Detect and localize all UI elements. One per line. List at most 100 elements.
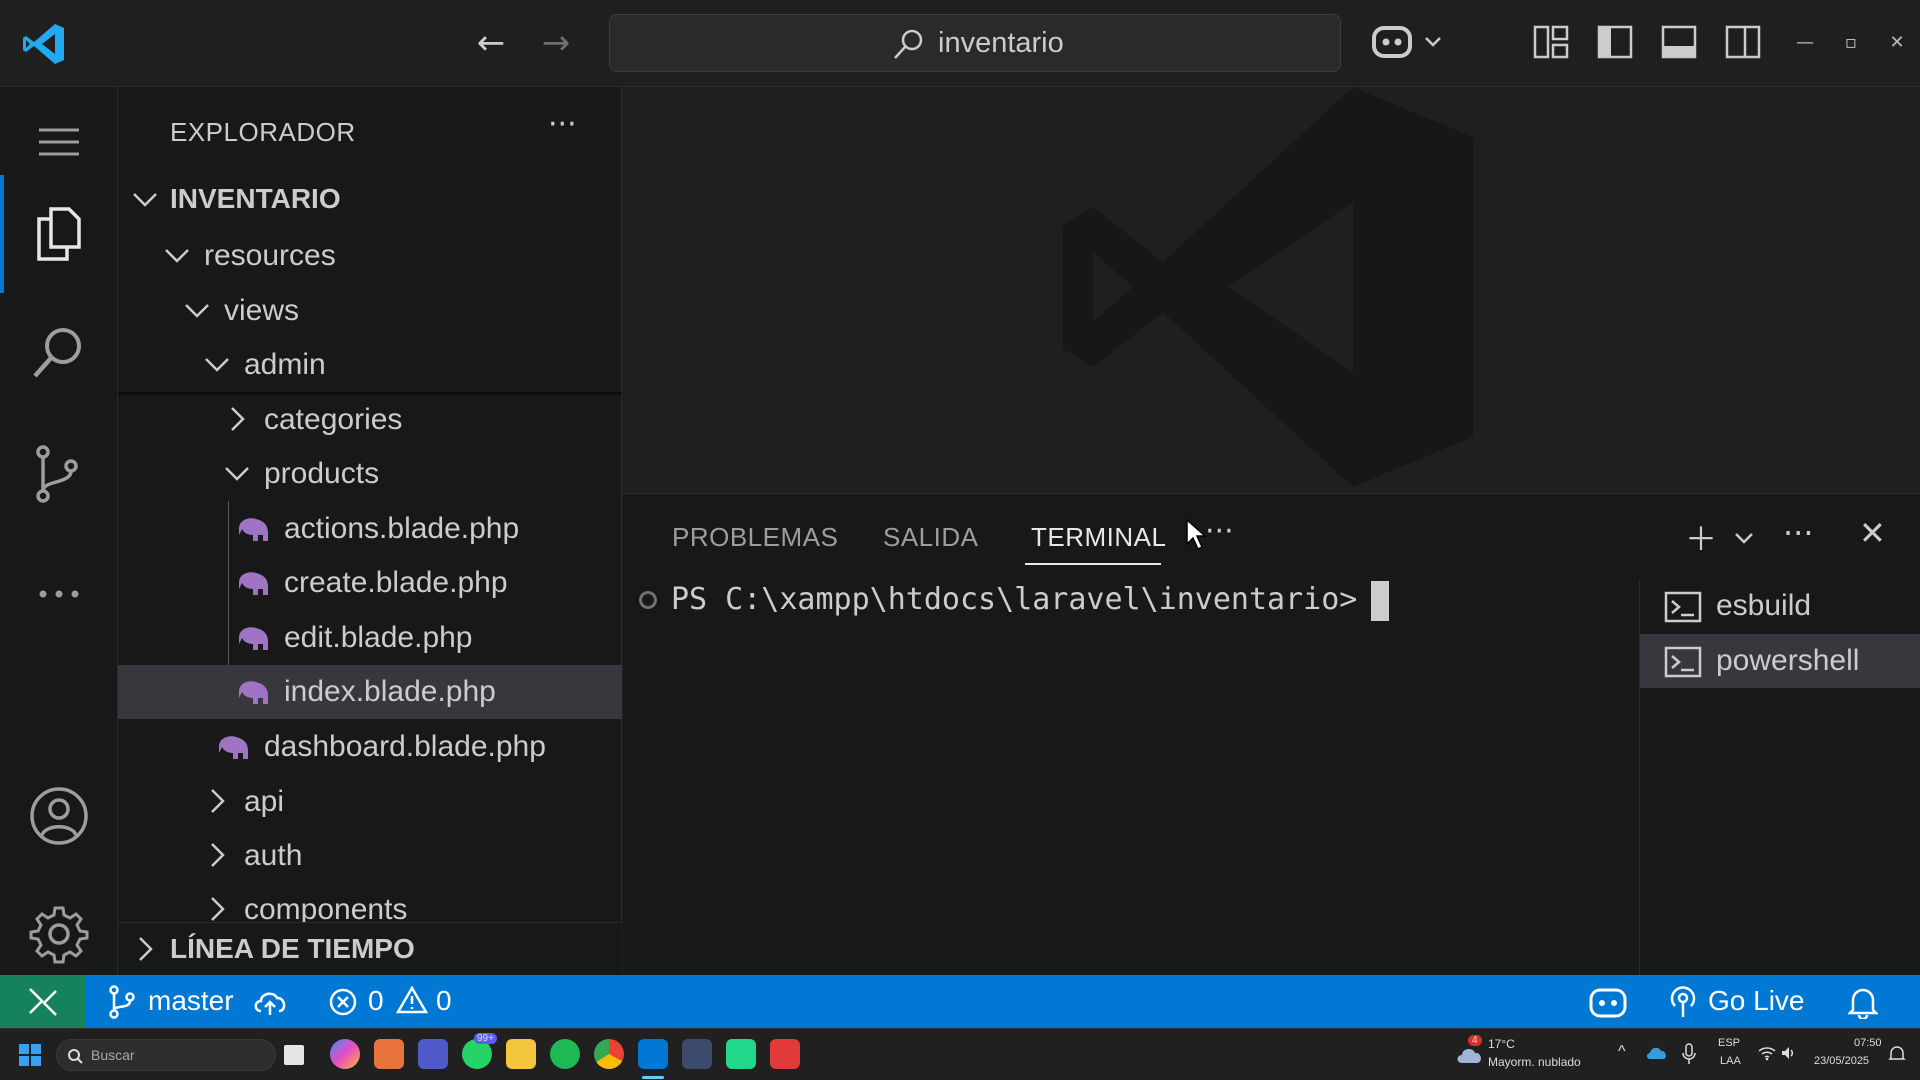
tree-label: auth (244, 839, 303, 872)
more-views-button[interactable] (0, 537, 118, 647)
clock-time[interactable]: 07:50 (1854, 1037, 1882, 1049)
vscode-taskbar-icon[interactable] (638, 1039, 668, 1069)
app-icon[interactable] (770, 1039, 800, 1069)
terminal-output[interactable]: PS C:\xampp\htdocs\laravel\inventario> (623, 579, 1639, 976)
tree-label: views (224, 294, 300, 327)
windows-start-icon[interactable] (18, 1043, 42, 1067)
command-center-search[interactable]: inventario (609, 14, 1341, 72)
files-icon (37, 207, 81, 261)
chevron-right-icon (139, 937, 153, 961)
tree-file-edit[interactable]: edit.blade.php (118, 611, 622, 665)
spotify-app-icon[interactable] (550, 1039, 580, 1069)
volume-icon[interactable] (1780, 1045, 1796, 1061)
teams-app-icon[interactable] (418, 1039, 448, 1069)
notification-badge: 99+ (474, 1033, 497, 1044)
command-decoration-icon (639, 591, 657, 609)
tree-root-inventario[interactable]: INVENTARIO (118, 173, 622, 227)
warning-count: 0 (436, 985, 452, 1016)
bell-icon[interactable] (1848, 985, 1878, 1019)
warning-icon (396, 985, 428, 1014)
tree-folder-api[interactable]: api (118, 775, 622, 829)
pycharm-app-icon[interactable] (726, 1039, 756, 1069)
timeline-section[interactable]: LÍNEA DE TIEMPO (118, 922, 622, 975)
tree-folder-categories[interactable]: categories (118, 393, 622, 447)
chevron-down-icon (185, 304, 209, 318)
keyboard-layout[interactable]: LAA (1720, 1055, 1741, 1067)
tree-label: INVENTARIO (170, 183, 341, 214)
weather-temp: 17°C (1488, 1037, 1515, 1051)
tree-label: api (244, 785, 285, 818)
copilot-app-icon[interactable] (330, 1039, 360, 1069)
toggle-panel-icon[interactable] (1659, 22, 1699, 62)
search-icon (33, 328, 81, 378)
tree-folder-resources[interactable]: resources (118, 229, 622, 283)
activity-bar (0, 87, 118, 975)
mouse-cursor-icon (1186, 518, 1207, 551)
tree-folder-admin[interactable]: admin (118, 338, 622, 392)
panel-more-actions-button[interactable]: ··· (1783, 514, 1814, 552)
copilot-status-icon[interactable] (1588, 984, 1628, 1020)
new-terminal-button[interactable]: ＋ (1685, 514, 1717, 560)
accounts-button[interactable] (0, 759, 118, 869)
error-icon (329, 988, 357, 1016)
toggle-primary-sidebar-icon[interactable] (1595, 22, 1635, 62)
chevron-right-icon (231, 407, 245, 431)
tab-output[interactable]: SALIDA (883, 522, 979, 553)
tree-folder-products[interactable]: products (118, 447, 622, 501)
tab-terminal[interactable]: TERMINAL (1031, 522, 1166, 553)
weather-cloud-icon[interactable] (1456, 1043, 1484, 1067)
git-branch-icon (109, 985, 135, 1019)
chevron-down-icon (133, 193, 157, 207)
minimize-button[interactable]: — (1790, 28, 1820, 58)
terminal-tabs-list: esbuild powershell (1639, 579, 1920, 976)
task-view-icon[interactable] (284, 1045, 304, 1065)
forward-button[interactable]: → (535, 22, 577, 64)
tab-problems[interactable]: PROBLEMAS (672, 522, 838, 553)
notification-center-icon[interactable] (1888, 1045, 1906, 1063)
customize-layout-icon[interactable] (1531, 22, 1571, 62)
terminal-tab-powershell[interactable]: powershell (1640, 634, 1920, 688)
chevron-down-icon[interactable] (1733, 530, 1755, 546)
file-explorer-icon[interactable] (506, 1039, 536, 1069)
wifi-icon[interactable] (1758, 1045, 1776, 1061)
terminal-tab-esbuild[interactable]: esbuild (1640, 579, 1920, 633)
taskbar-search[interactable]: Buscar (56, 1039, 276, 1071)
status-bar: master 0 0 Go Live (0, 975, 1920, 1028)
chrome-app-icon[interactable] (594, 1039, 624, 1069)
toggle-secondary-sidebar-icon[interactable] (1723, 22, 1763, 62)
timeline-header[interactable]: LÍNEA DE TIEMPO (118, 923, 622, 977)
explorer-button[interactable] (0, 175, 118, 293)
tree-file-dashboard[interactable]: dashboard.blade.php (118, 720, 622, 774)
input-language[interactable]: ESP (1718, 1037, 1740, 1049)
manage-button[interactable] (0, 877, 118, 987)
tree-file-create[interactable]: create.blade.php (118, 556, 622, 610)
tree-file-index[interactable]: index.blade.php (118, 665, 622, 719)
title-bar: ← → inventario — ▫ ✕ (0, 0, 1920, 87)
tree-file-actions[interactable]: actions.blade.php (118, 502, 622, 556)
close-window-button[interactable]: ✕ (1882, 28, 1912, 58)
tree-folder-auth[interactable]: auth (118, 829, 622, 883)
close-panel-button[interactable]: ✕ (1859, 514, 1886, 552)
terminal-tab-label: powershell (1716, 644, 1860, 677)
back-button[interactable]: ← (470, 22, 512, 64)
php-elephant-icon (239, 681, 268, 704)
search-view-button[interactable] (0, 297, 118, 407)
ellipsis-icon (39, 590, 79, 598)
remote-indicator[interactable] (0, 975, 86, 1028)
cloud-upload-icon[interactable] (252, 987, 288, 1017)
explorer-more-actions[interactable]: ··· (548, 107, 577, 142)
chevron-up-icon[interactable]: ^ (1618, 1043, 1626, 1061)
restore-button[interactable]: ▫ (1836, 28, 1866, 58)
xampp-app-icon[interactable] (374, 1039, 404, 1069)
tree-folder-views[interactable]: views (118, 284, 622, 338)
onedrive-icon[interactable] (1646, 1045, 1668, 1061)
editor-area[interactable] (623, 87, 1920, 493)
tree-label: categories (264, 403, 403, 436)
app-icon[interactable] (682, 1039, 712, 1069)
microphone-icon[interactable] (1682, 1043, 1696, 1065)
chevron-right-icon (211, 897, 225, 921)
copilot-icon[interactable] (1370, 20, 1450, 66)
source-control-button[interactable] (0, 417, 118, 527)
clock-date[interactable]: 23/05/2025 (1814, 1055, 1869, 1067)
account-icon (30, 787, 88, 845)
